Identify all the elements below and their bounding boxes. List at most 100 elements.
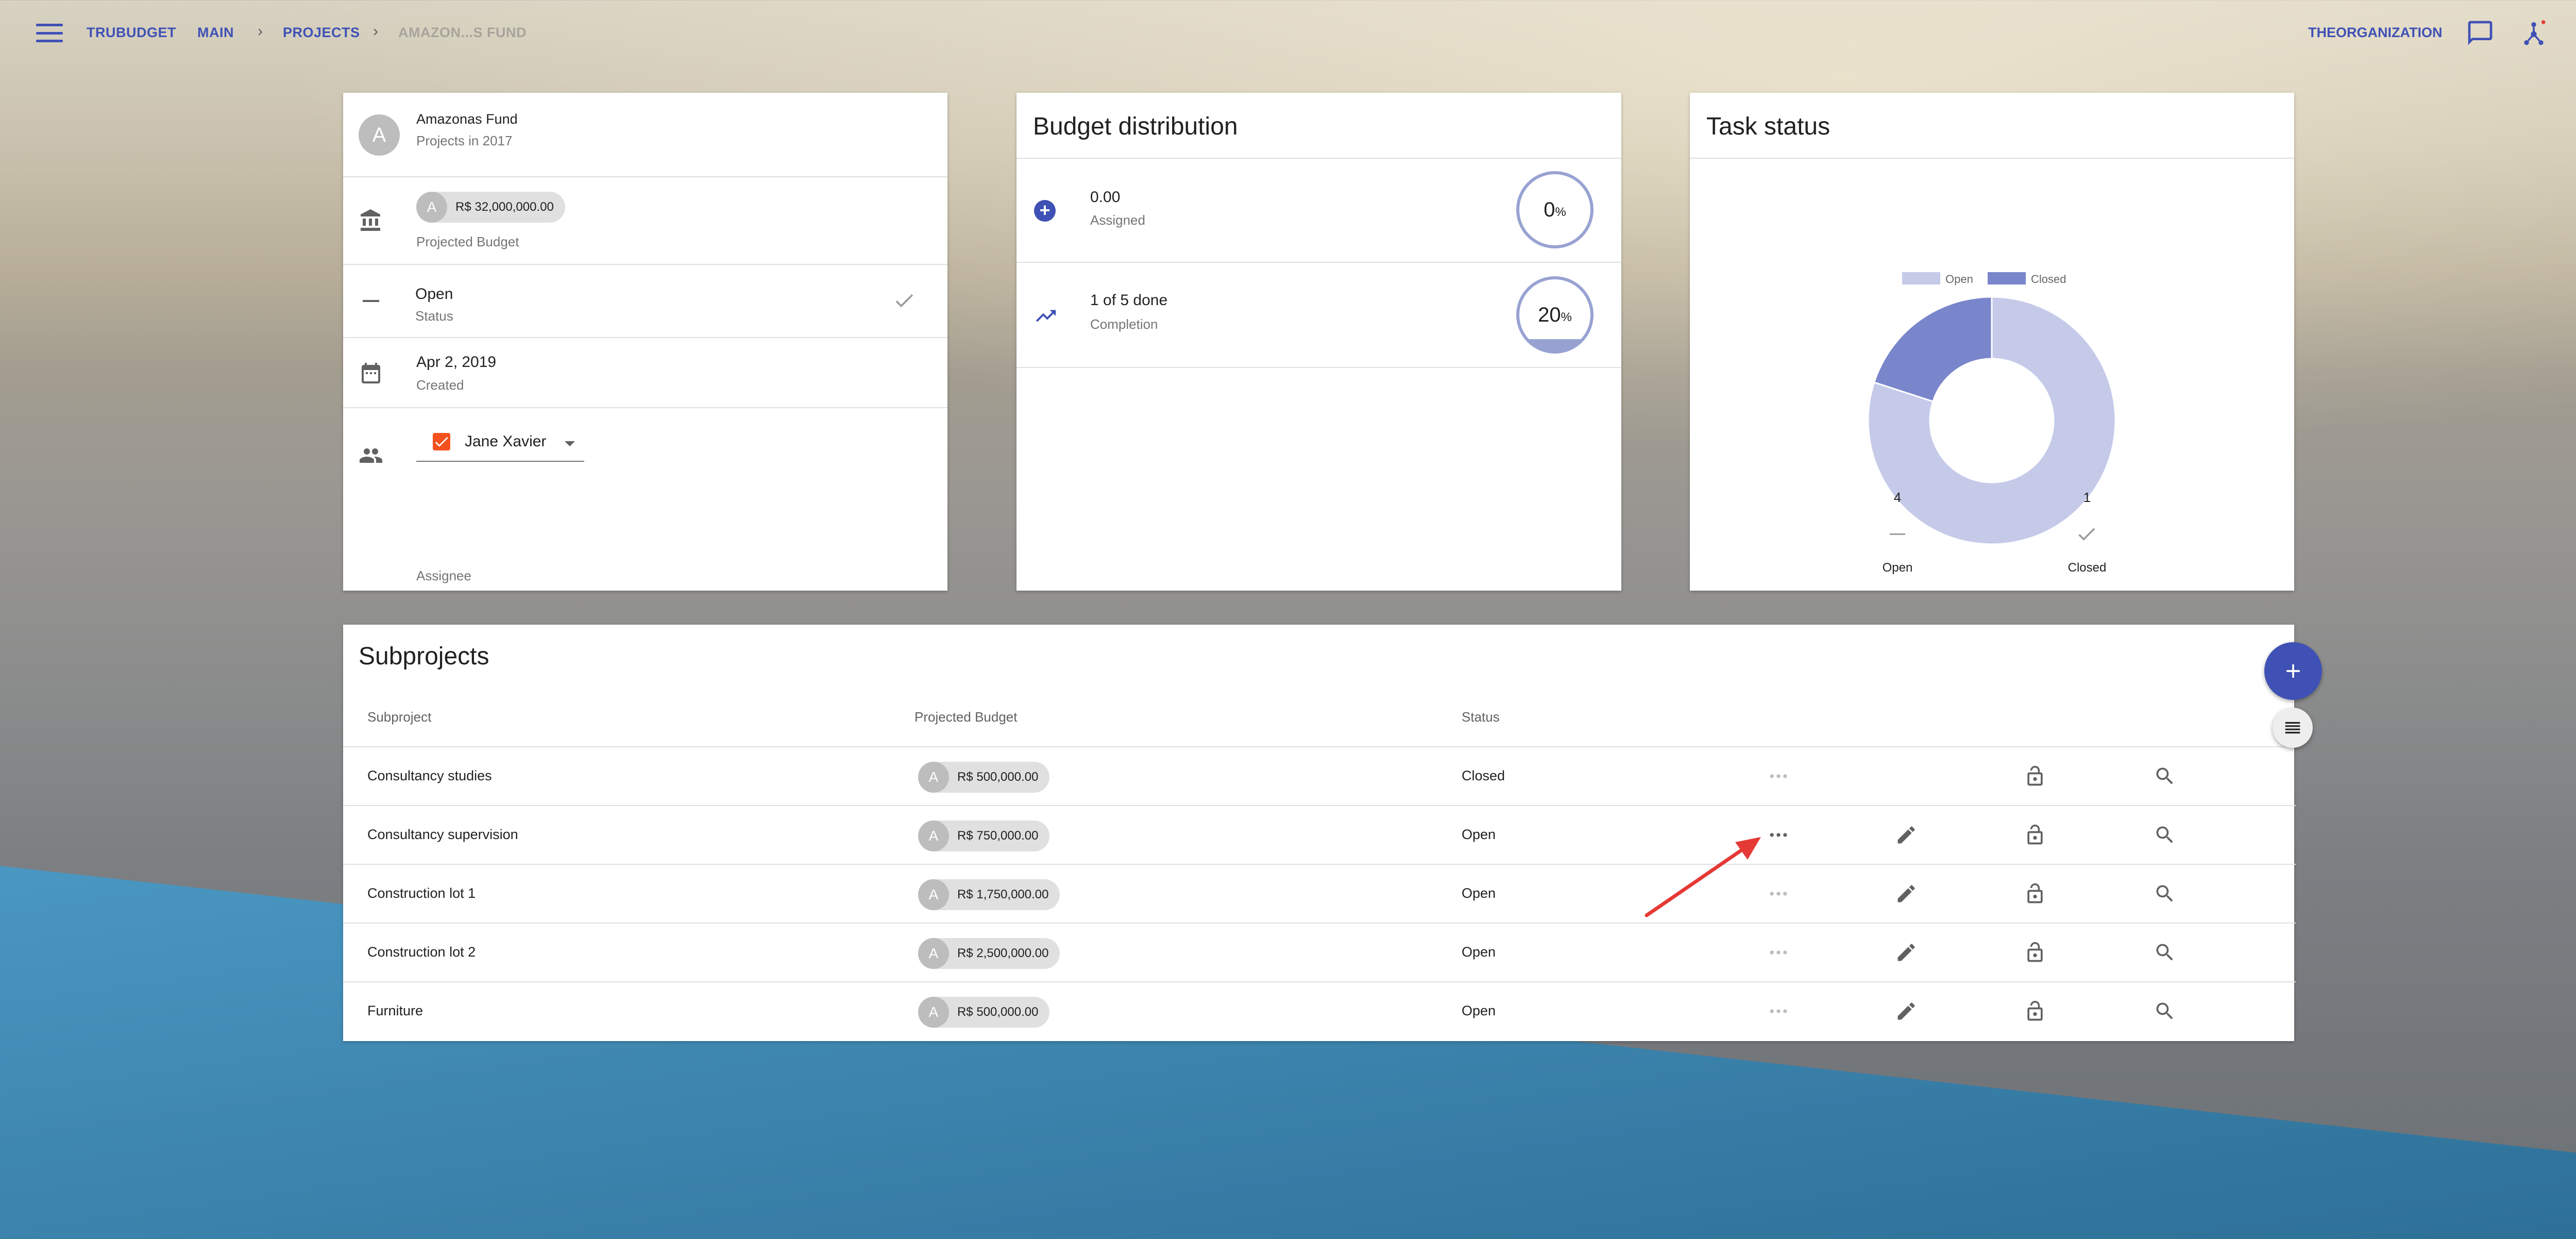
edit-icon[interactable]: [1895, 824, 1918, 846]
project-subtitle: Projects in 2017: [416, 133, 513, 148]
permissions-lock-icon[interactable]: [2024, 941, 2046, 964]
table-row[interactable]: Furniture A R$ 500,000.00 Open: [343, 981, 2296, 1040]
subproject-name: Consultancy supervision: [367, 827, 518, 842]
open-status-icon: [363, 300, 379, 302]
more-options-icon[interactable]: [1767, 765, 1790, 788]
edit-icon[interactable]: [1895, 882, 1918, 905]
edit-icon[interactable]: [1895, 941, 1918, 964]
legend-swatch-closed: [1988, 272, 2026, 284]
subproject-status: Open: [1462, 944, 1496, 960]
breadcrumb-main[interactable]: MAIN: [197, 25, 234, 41]
subproject-name: Consultancy studies: [367, 768, 492, 783]
power-icon[interactable]: [2574, 19, 2576, 47]
organization-label: THEORGANIZATION: [2308, 25, 2443, 40]
table-row[interactable]: Consultancy supervision A R$ 750,000.00 Ope…: [343, 805, 2296, 864]
legend-label-open: Open: [1945, 273, 1973, 286]
assignee-name: Jane Xavier: [465, 433, 547, 450]
calendar-icon: [362, 363, 380, 383]
edit-icon[interactable]: [1895, 1000, 1918, 1023]
closed-count: 1: [2083, 490, 2091, 505]
percent-sign: %: [1561, 310, 1572, 324]
table-row[interactable]: Construction lot 1 A R$ 1,750,000.00 Open: [343, 864, 2296, 923]
project-created-row: Apr 2, 2019 Created: [343, 338, 947, 408]
subproject-budget-chip: A R$ 2,500,000.00: [918, 938, 1060, 969]
dropdown-arrow-icon: [565, 441, 575, 446]
view-details-search-icon[interactable]: [2154, 824, 2176, 846]
table-row[interactable]: Construction lot 2 A R$ 2,500,000.00 Open: [343, 923, 2296, 981]
project-header-row: A Amazonas Fund Projects in 2017: [343, 93, 947, 177]
task-status-header: Task status: [1690, 93, 2294, 159]
subproject-budget-chip: A R$ 1,750,000.00: [918, 879, 1060, 910]
view-details-search-icon[interactable]: [2154, 765, 2176, 788]
subproject-name: Construction lot 2: [367, 944, 476, 960]
project-details-card: A Amazonas Fund Projects in 2017 A R$ 32…: [343, 93, 947, 591]
subproject-budget-chip: A R$ 500,000.00: [918, 997, 1050, 1028]
breadcrumb-separator-icon: ›: [373, 23, 378, 40]
assigned-label: Assigned: [1090, 212, 1145, 228]
menu-icon[interactable]: [36, 21, 63, 45]
table-row[interactable]: Consultancy studies A R$ 500,000.00 Closed: [343, 746, 2296, 805]
more-options-icon[interactable]: [1767, 1000, 1790, 1023]
project-name: Amazonas Fund: [416, 111, 518, 127]
more-options-icon[interactable]: [1767, 941, 1790, 964]
people-icon: [360, 448, 382, 463]
bank-icon: [361, 209, 380, 231]
chat-icon[interactable]: [2466, 19, 2495, 47]
checkmark-icon: [435, 437, 448, 447]
project-assignee-row: Jane Xavier Assignee: [343, 408, 947, 583]
view-details-search-icon[interactable]: [2154, 1000, 2176, 1023]
add-subproject-button[interactable]: [2264, 642, 2322, 700]
currency-avatar: A: [918, 879, 949, 910]
project-status-label: Status: [415, 308, 453, 324]
completion-percent-ring: 20%: [1516, 276, 1594, 354]
project-budget-row: A R$ 32,000,000.00 Projected Budget: [343, 177, 947, 265]
subproject-budget-value: R$ 500,000.00: [957, 1005, 1039, 1019]
more-options-icon[interactable]: [1767, 824, 1790, 846]
subproject-budget-chip: A R$ 500,000.00: [918, 762, 1050, 793]
add-icon: [2286, 664, 2300, 678]
assigned-row: + 0.00 Assigned 0%: [1016, 159, 1621, 263]
project-created-label: Created: [416, 377, 464, 393]
legend-label-closed: Closed: [2031, 273, 2066, 286]
closed-label: Closed: [2067, 561, 2107, 575]
budget-distribution-title: Budget distribution: [1033, 113, 1238, 140]
closed-check-icon: [2078, 528, 2095, 541]
project-budget-value: R$ 32,000,000.00: [455, 200, 554, 214]
subproject-name: Furniture: [367, 1003, 423, 1018]
assignee-checkbox[interactable]: [433, 433, 450, 450]
assignee-select[interactable]: Jane Xavier: [416, 424, 584, 462]
assigned-percent-value: 0: [1544, 198, 1555, 221]
permissions-lock-icon[interactable]: [2024, 824, 2046, 846]
reorder-icon: [2285, 722, 2300, 734]
project-created-value: Apr 2, 2019: [416, 354, 497, 371]
permissions-lock-icon[interactable]: [2024, 765, 2046, 788]
assigned-value: 0.00: [1090, 189, 1121, 206]
close-project-check-icon[interactable]: [892, 289, 916, 312]
subproject-budget-value: R$ 750,000.00: [957, 829, 1039, 843]
breadcrumb-trubudget[interactable]: TRUBUDGET: [87, 25, 176, 41]
top-app-bar: TRUBUDGET MAIN › PROJECTS › AMAZON...S F…: [0, 0, 2576, 66]
completion-label: Completion: [1090, 316, 1158, 332]
assigned-percent-ring: 0%: [1516, 171, 1594, 248]
subproject-budget-value: R$ 500,000.00: [957, 770, 1039, 784]
budget-distribution-header: Budget distribution: [1016, 93, 1621, 159]
subprojects-card: Subprojects Subproject Projected Budget …: [343, 625, 2296, 1041]
subproject-list-options-button[interactable]: [2273, 708, 2313, 748]
percent-sign: %: [1555, 205, 1566, 219]
subproject-name: Construction lot 1: [367, 885, 476, 901]
subproject-status: Open: [1462, 885, 1496, 901]
view-details-search-icon[interactable]: [2154, 882, 2176, 905]
breadcrumb-projects[interactable]: PROJECTS: [283, 25, 360, 41]
currency-avatar: A: [918, 997, 949, 1028]
permissions-lock-icon[interactable]: [2024, 1000, 2046, 1023]
task-status-card: Task status Open Closed 4 1 Open Closed: [1690, 93, 2294, 591]
breadcrumb-separator-icon: ›: [258, 23, 263, 40]
subproject-status: Closed: [1462, 768, 1505, 783]
network-icon[interactable]: [2519, 19, 2548, 47]
assignee-label: Assignee: [416, 568, 471, 583]
project-budget-label: Projected Budget: [416, 234, 519, 249]
permissions-lock-icon[interactable]: [2024, 882, 2046, 905]
trending-up-icon: [1036, 310, 1056, 322]
view-details-search-icon[interactable]: [2154, 941, 2176, 964]
more-options-icon[interactable]: [1767, 882, 1790, 905]
